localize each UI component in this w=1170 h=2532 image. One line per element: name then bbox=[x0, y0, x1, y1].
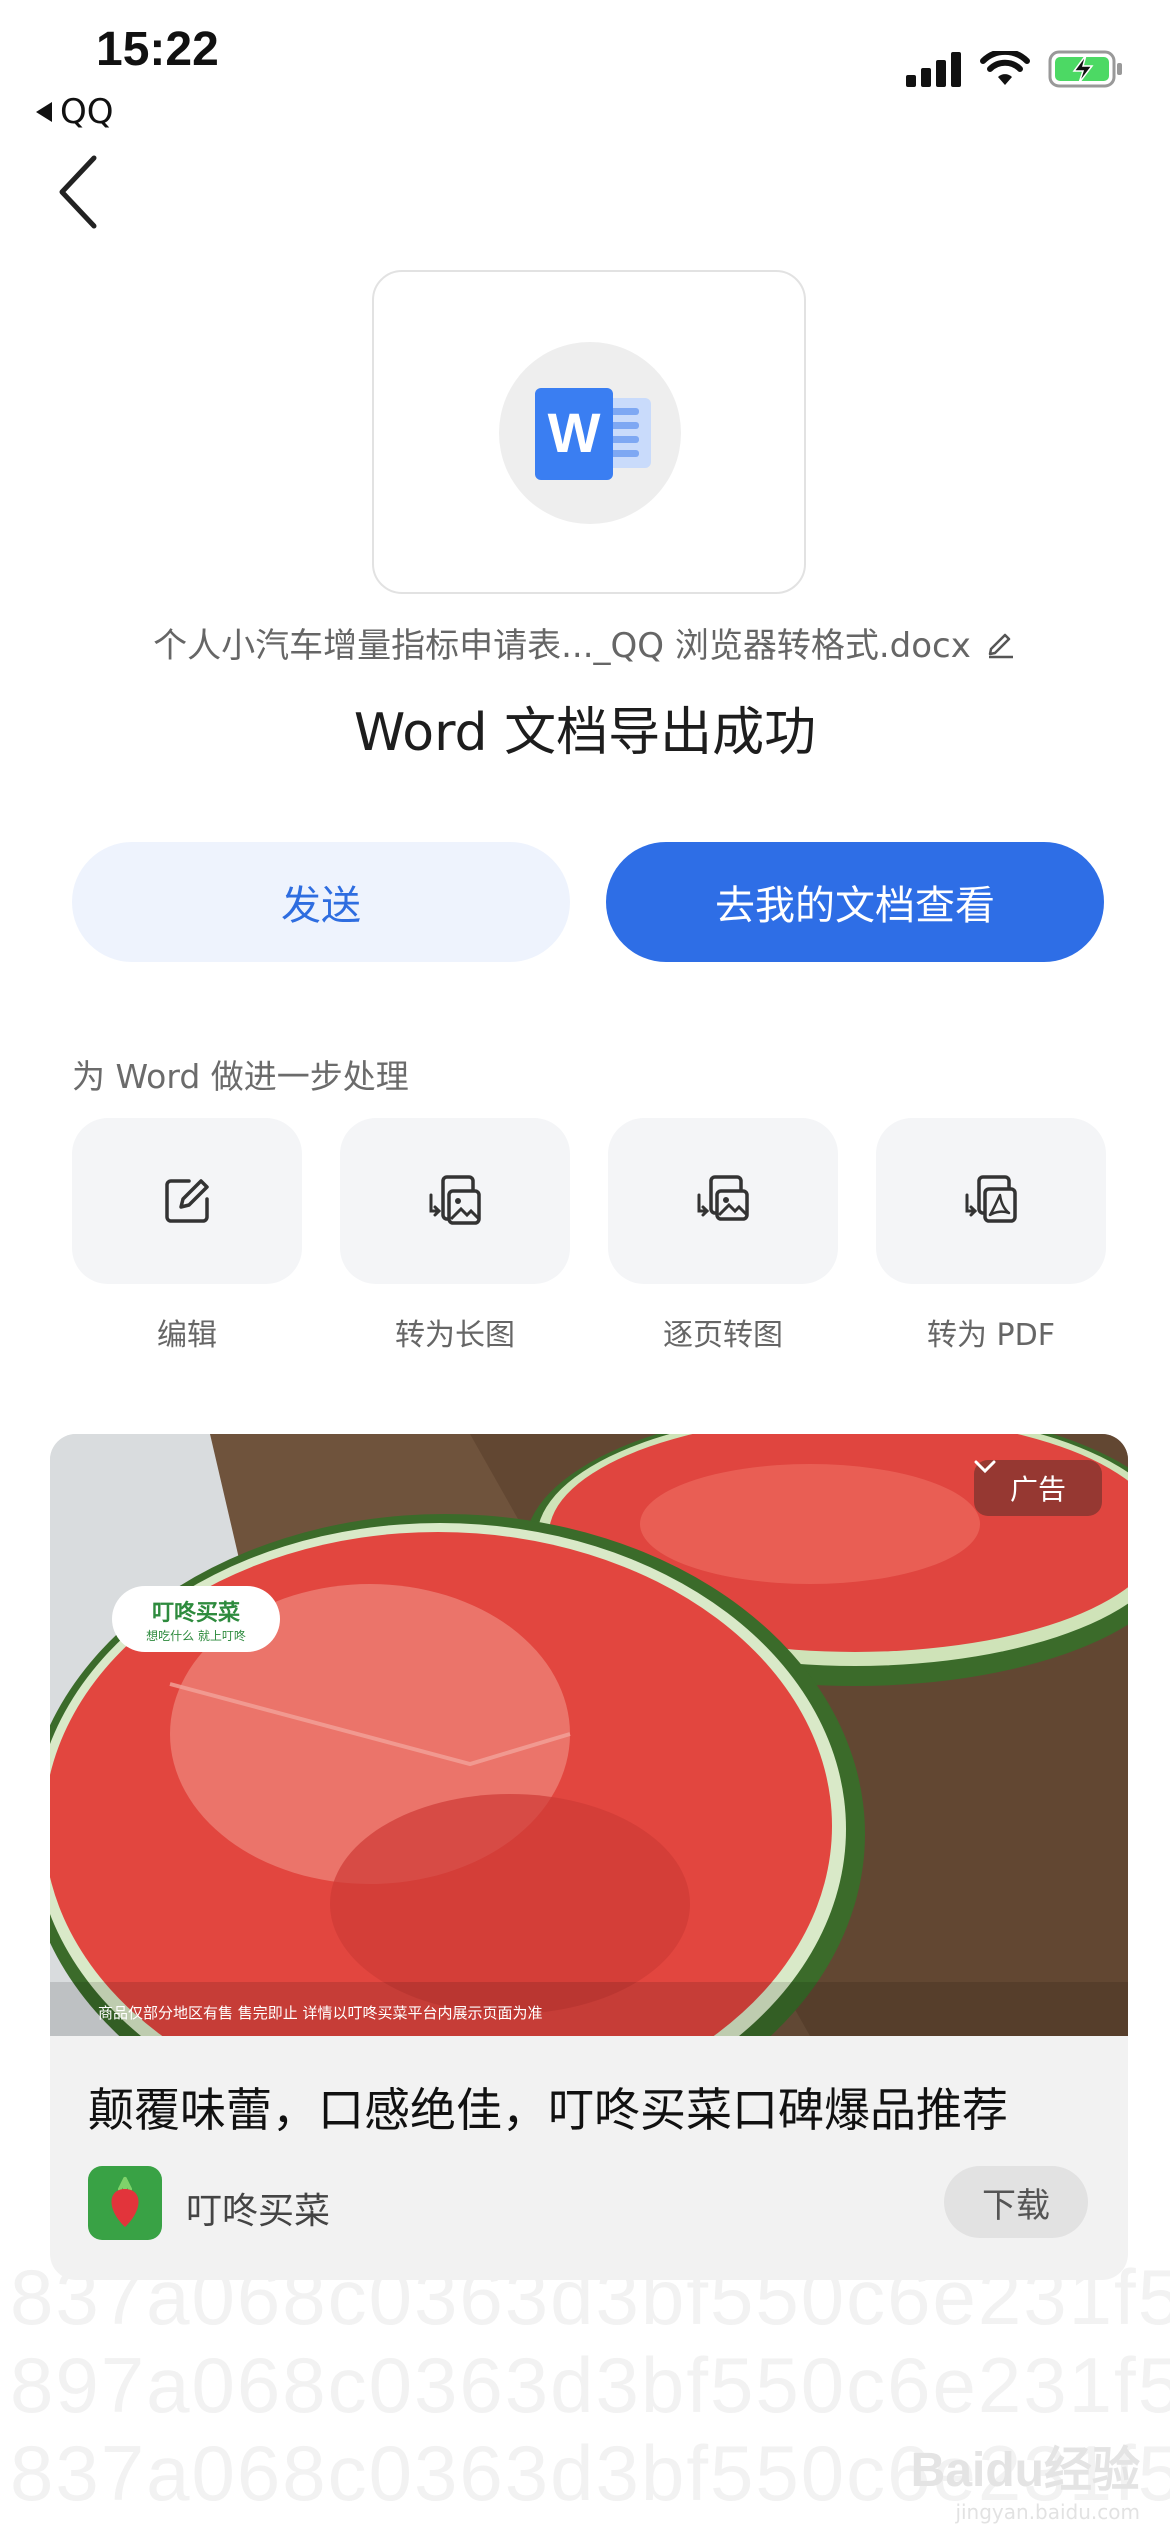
tool-edit-label: 编辑 bbox=[157, 1318, 217, 1353]
watermark-line: 897a068c0363d3bf550c6e231f59 bbox=[10, 2341, 1170, 2429]
download-button[interactable]: 下载 bbox=[944, 2166, 1088, 2238]
tool-long-image-box[interactable] bbox=[340, 1118, 570, 1284]
tool-to-pdf[interactable]: 转为 PDF bbox=[876, 1118, 1106, 1354]
tool-to-pdf-box[interactable] bbox=[876, 1118, 1106, 1284]
svg-text:W: W bbox=[548, 401, 601, 464]
pdf-convert-icon bbox=[965, 1175, 1017, 1223]
ad-app-name: 叮咚买菜 bbox=[186, 2191, 331, 2232]
radish-icon bbox=[111, 2177, 139, 2227]
signal-icon bbox=[906, 52, 961, 87]
tool-edit[interactable]: 编辑 bbox=[72, 1118, 302, 1354]
ad-headline[interactable]: 颠覆味蕾，口感绝佳，叮咚买菜口碑爆品推荐 bbox=[88, 2074, 1008, 2140]
baidu-watermark-name: Baidu经验 bbox=[910, 2444, 1140, 2497]
watermelon-image bbox=[50, 1434, 1128, 2036]
app-logo-icon bbox=[88, 2166, 162, 2240]
chevron-down-icon bbox=[974, 1460, 996, 1474]
page-to-image-icon bbox=[697, 1175, 749, 1221]
tool-page-to-image[interactable]: 逐页转图 bbox=[608, 1118, 838, 1354]
wifi-icon bbox=[980, 51, 1030, 85]
long-image-icon bbox=[429, 1175, 481, 1225]
brand-badge: 叮咚买菜 想吃什么 就上叮咚 bbox=[112, 1586, 280, 1652]
view-my-documents-button[interactable]: 去我的文档查看 bbox=[606, 842, 1104, 962]
brand-badge-name: 叮咚买菜 bbox=[151, 1600, 240, 1626]
back-to-app-link[interactable]: QQ bbox=[36, 92, 114, 132]
word-icon-circle: W bbox=[499, 342, 681, 524]
ad-image[interactable]: 广告 叮咚买菜 想吃什么 就上叮咚 商品仅部分地区有售 售完即止 详情以叮咚买菜… bbox=[50, 1434, 1128, 2036]
document-preview-card: W bbox=[372, 270, 806, 594]
watermark-line: 837a068c0363d3bf550c6e231f59 bbox=[10, 2253, 1170, 2341]
ad-tag-label: 广告 bbox=[1009, 1473, 1066, 1506]
baidu-watermark: Baidu经验 jingyan.baidu.com bbox=[911, 2430, 1140, 2524]
tool-edit-box[interactable] bbox=[72, 1118, 302, 1284]
file-name: 个人小汽车增量指标申请表..._QQ 浏览器转格式.docx bbox=[153, 626, 971, 666]
file-name-row: 个人小汽车增量指标申请表..._QQ 浏览器转格式.docx bbox=[0, 618, 1170, 667]
ad-tag[interactable]: 广告 bbox=[974, 1460, 1102, 1516]
back-app-label: QQ bbox=[60, 92, 114, 132]
tool-page-to-image-box[interactable] bbox=[608, 1118, 838, 1284]
tool-long-image[interactable]: 转为长图 bbox=[340, 1118, 570, 1354]
ad-card[interactable]: 广告 叮咚买菜 想吃什么 就上叮咚 商品仅部分地区有售 售完即止 详情以叮咚买菜… bbox=[50, 1434, 1128, 2280]
tool-long-image-label: 转为长图 bbox=[395, 1318, 515, 1353]
status-icons bbox=[906, 50, 1124, 88]
export-success-title: Word 文档导出成功 bbox=[353, 703, 817, 763]
tool-page-to-image-label: 逐页转图 bbox=[663, 1318, 783, 1353]
edit-icon bbox=[165, 1179, 209, 1223]
battery-charging-icon bbox=[1048, 50, 1122, 88]
back-chevron-icon[interactable] bbox=[54, 152, 114, 232]
tools-section-title: 为 Word 做进一步处理 bbox=[72, 1057, 409, 1096]
tool-to-pdf-label: 转为 PDF bbox=[927, 1318, 1055, 1353]
back-triangle-icon bbox=[36, 102, 52, 122]
baidu-watermark-url: jingyan.baidu.com bbox=[955, 2500, 1140, 2524]
ad-disclaimer: 商品仅部分地区有售 售完即止 详情以叮咚买菜平台内展示页面为准 bbox=[98, 2004, 543, 2022]
send-button[interactable]: 发送 bbox=[72, 842, 570, 962]
rename-pencil-icon[interactable] bbox=[985, 627, 1017, 659]
tools-grid: 编辑 转为长图 逐页转图 转为 PDF bbox=[72, 1118, 1106, 1354]
status-time: 15:22 bbox=[96, 23, 219, 76]
brand-badge-slogan: 想吃什么 就上叮咚 bbox=[146, 1628, 246, 1643]
word-icon: W bbox=[535, 388, 651, 480]
